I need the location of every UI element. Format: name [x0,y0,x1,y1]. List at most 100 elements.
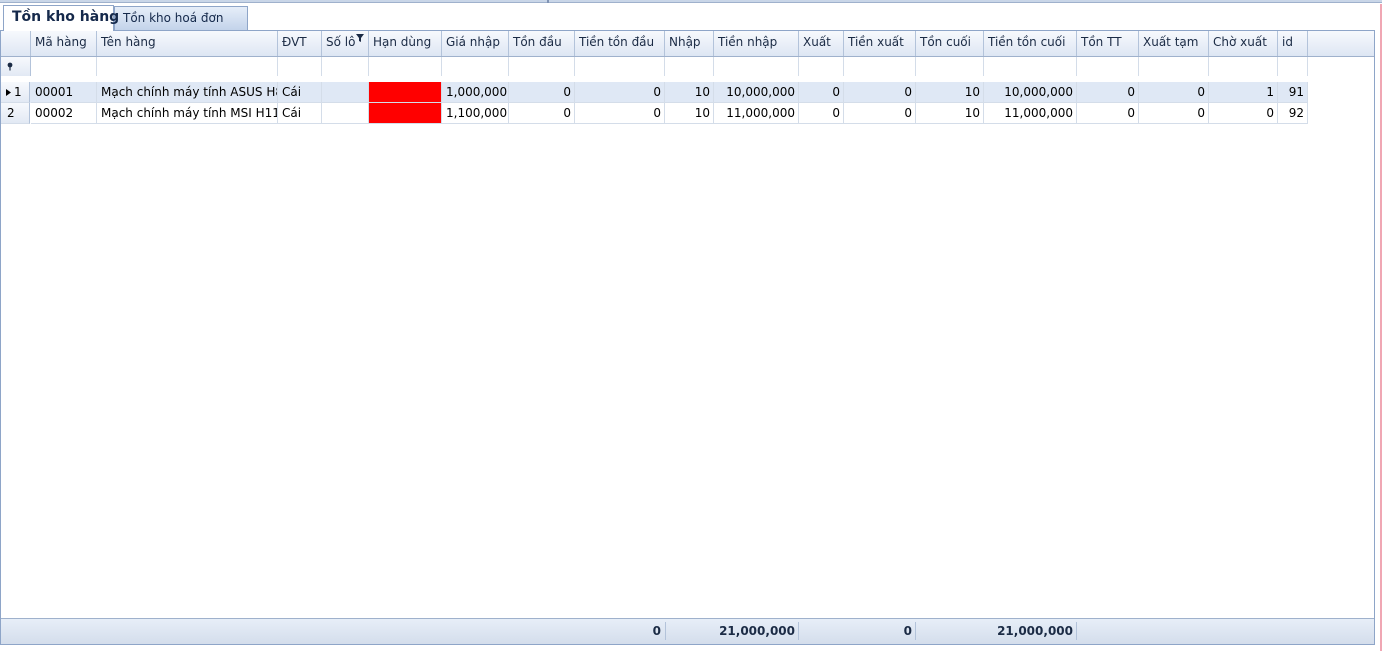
filter-cell-gia-nhap[interactable] [442,57,509,76]
tab-ton-kho-hang[interactable]: Tồn kho hàng [3,5,119,31]
footer-divider [1076,622,1077,640]
cell-gia-nhap[interactable]: 1,100,000 [442,103,509,124]
column-header-ten-hang[interactable]: Tên hàng [97,31,278,56]
footer-divider [665,622,666,640]
tab-ton-kho-hoa-don[interactable]: Tồn kho hoá đơn [114,6,248,30]
table-row[interactable]: 1 00001 Mạch chính máy tính ASUS H81 Cái… [1,82,1308,103]
pin-icon [7,62,13,71]
cell-cho-xuat[interactable]: 1 [1209,82,1278,103]
filter-cell-tien-nhap[interactable] [714,57,799,76]
footer-sum-tien-ton-dau: 0 [652,624,661,638]
row-indicator[interactable]: 1 [1,82,30,103]
column-header-tien-xuat[interactable]: Tiền xuất [844,31,916,56]
column-header-tien-nhap[interactable]: Tiền nhập [714,31,799,56]
column-header-so-lo-label: Số lô [326,35,356,49]
filter-cell-xuat[interactable] [799,57,844,76]
filter-cell-ma-hang[interactable] [31,57,97,76]
filter-cell-dvt[interactable] [278,57,322,76]
window-top-border [0,0,1382,3]
column-header-gia-nhap[interactable]: Giá nhập [442,31,509,56]
cell-xuat[interactable]: 0 [799,82,844,103]
filter-cell-cho-xuat[interactable] [1209,57,1278,76]
cell-ten-hang[interactable]: Mạch chính máy tính ASUS H81 [97,82,278,103]
cell-nhap[interactable]: 10 [665,82,714,103]
footer-divider [915,622,916,640]
column-header-tien-ton-cuoi[interactable]: Tiền tồn cuối [984,31,1077,56]
filter-row-indicator [1,57,31,76]
column-header-ton-cuoi[interactable]: Tồn cuối [916,31,984,56]
column-header-ton-tt[interactable]: Tồn TT [1077,31,1139,56]
column-header-tien-ton-dau[interactable]: Tiền tồn đầu [575,31,665,56]
cell-ton-dau[interactable]: 0 [509,103,575,124]
grid-header: Mã hàng Tên hàng ĐVT Số lô Hạn dùng Giá … [1,31,1374,57]
filter-cell-ton-cuoi[interactable] [916,57,984,76]
cell-ten-hang[interactable]: Mạch chính máy tính MSI H110 [97,103,278,124]
cell-ton-tt[interactable]: 0 [1077,103,1139,124]
cell-ton-tt[interactable]: 0 [1077,82,1139,103]
filter-cell-so-lo[interactable] [322,57,369,76]
column-header-cho-xuat[interactable]: Chờ xuất [1209,31,1278,56]
cell-dvt[interactable]: Cái [278,82,322,103]
tab-strip: Tồn kho hàng Tồn kho hoá đơn [0,5,1376,31]
footer-sum-tien-ton-cuoi: 21,000,000 [997,624,1073,638]
cell-id[interactable]: 92 [1278,103,1308,124]
cell-ma-hang[interactable]: 00002 [31,103,97,124]
cell-xuat[interactable]: 0 [799,103,844,124]
cell-cho-xuat[interactable]: 0 [1209,103,1278,124]
filter-cell-tien-ton-dau[interactable] [575,57,665,76]
filter-cell-ten-hang[interactable] [97,57,278,76]
column-header-dvt[interactable]: ĐVT [278,31,322,56]
cell-tien-ton-dau[interactable]: 0 [575,82,665,103]
cell-nhap[interactable]: 10 [665,103,714,124]
footer-sum-tien-xuat: 0 [903,624,912,638]
inventory-grid: Mã hàng Tên hàng ĐVT Số lô Hạn dùng Giá … [0,30,1375,645]
column-header-ton-dau[interactable]: Tồn đầu [509,31,575,56]
column-header-xuat[interactable]: Xuất [799,31,844,56]
column-header-ma-hang[interactable]: Mã hàng [31,31,97,56]
cell-dvt[interactable]: Cái [278,103,322,124]
row-indicator[interactable]: 2 [1,103,30,124]
splitter-notch [547,0,549,3]
footer-sum-tien-nhap: 21,000,000 [719,624,795,638]
cell-tien-ton-cuoi[interactable]: 10,000,000 [984,82,1077,103]
grid-footer-summary: 0 21,000,000 0 21,000,000 [1,618,1374,644]
cell-xuat-tam[interactable]: 0 [1139,103,1209,124]
cell-tien-ton-cuoi[interactable]: 11,000,000 [984,103,1077,124]
cell-ton-dau[interactable]: 0 [509,82,575,103]
column-header-id[interactable]: id [1278,31,1308,56]
cell-tien-nhap[interactable]: 10,000,000 [714,82,799,103]
filter-cell-xuat-tam[interactable] [1139,57,1209,76]
filter-cell-tien-ton-cuoi[interactable] [984,57,1077,76]
cell-so-lo[interactable] [322,82,369,103]
cell-ma-hang[interactable]: 00001 [31,82,97,103]
cell-tien-nhap[interactable]: 11,000,000 [714,103,799,124]
filter-funnel-icon[interactable] [356,34,364,42]
cell-han-dung[interactable] [369,103,442,124]
table-row[interactable]: 2 00002 Mạch chính máy tính MSI H110 Cái… [1,103,1308,124]
row-number: 1 [14,85,22,99]
cell-so-lo[interactable] [322,103,369,124]
cell-ton-cuoi[interactable]: 10 [916,82,984,103]
cell-tien-ton-dau[interactable]: 0 [575,103,665,124]
cell-id[interactable]: 91 [1278,82,1308,103]
cell-xuat-tam[interactable]: 0 [1139,82,1209,103]
column-header-nhap[interactable]: Nhập [665,31,714,56]
filter-cell-id[interactable] [1278,57,1308,76]
row-number: 2 [7,106,15,120]
filter-cell-ton-tt[interactable] [1077,57,1139,76]
footer-divider [798,622,799,640]
filter-cell-han-dung[interactable] [369,57,442,76]
filter-cell-nhap[interactable] [665,57,714,76]
filter-row-spacer [1,76,1374,80]
cell-gia-nhap[interactable]: 1,000,000 [442,82,509,103]
column-header-so-lo[interactable]: Số lô [322,31,369,56]
header-indicator-corner [1,31,31,56]
filter-cell-ton-dau[interactable] [509,57,575,76]
cell-han-dung[interactable] [369,82,442,103]
cell-tien-xuat[interactable]: 0 [844,103,916,124]
cell-tien-xuat[interactable]: 0 [844,82,916,103]
cell-ton-cuoi[interactable]: 10 [916,103,984,124]
column-header-han-dung[interactable]: Hạn dùng [369,31,442,56]
filter-cell-tien-xuat[interactable] [844,57,916,76]
column-header-xuat-tam[interactable]: Xuất tạm [1139,31,1209,56]
